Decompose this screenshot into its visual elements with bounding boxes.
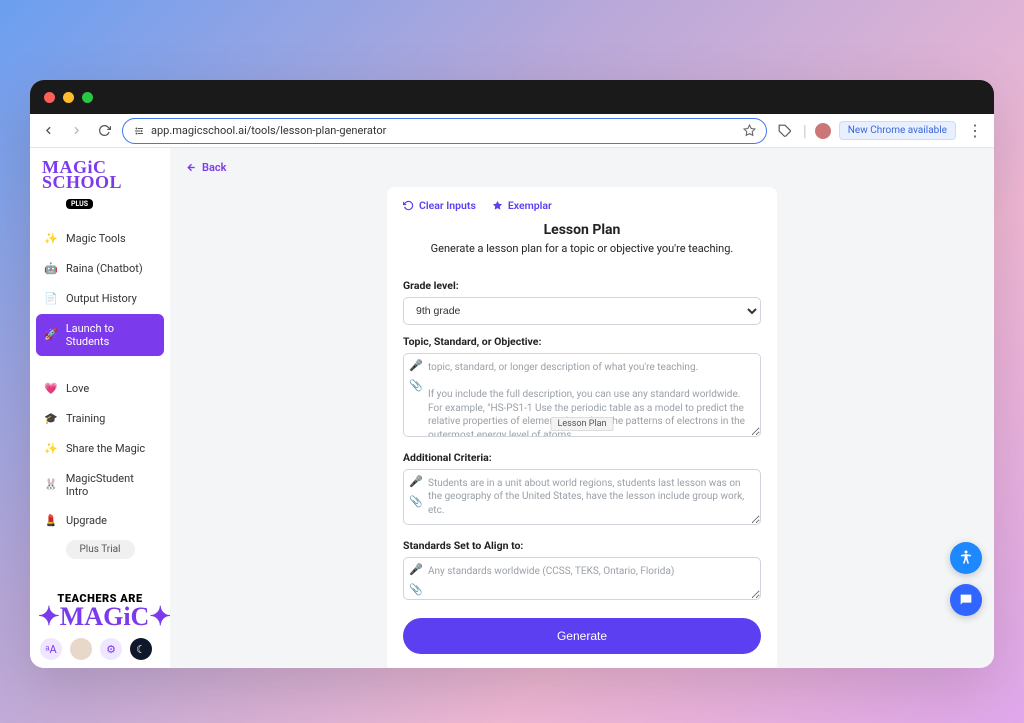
- robot-icon: 🤖: [44, 262, 58, 276]
- star-icon: [492, 200, 503, 211]
- sidebar-item-label: Magic Tools: [66, 232, 126, 245]
- maximize-icon[interactable]: [82, 92, 93, 103]
- profile-avatar[interactable]: [815, 123, 831, 139]
- gear-icon[interactable]: ⚙: [100, 638, 122, 660]
- window-titlebar: [30, 80, 994, 114]
- grade-level-select[interactable]: 9th grade: [403, 297, 761, 325]
- topic-label: Topic, Standard, or Objective:: [403, 335, 761, 348]
- sidebar-nav-primary: ✨ Magic Tools 🤖 Raina (Chatbot) 📄 Output…: [30, 220, 170, 360]
- minimize-icon[interactable]: [63, 92, 74, 103]
- sidebar-item-magic-tools[interactable]: ✨ Magic Tools: [36, 224, 164, 254]
- back-label: Back: [202, 161, 226, 174]
- form-action-chips: Clear Inputs Exemplar: [403, 199, 761, 212]
- easel-icon: 🎓: [44, 412, 58, 426]
- sidebar-item-label: Share the Magic: [66, 442, 145, 455]
- sidebar-item-label: MagicStudent Intro: [66, 472, 156, 498]
- sidebar-item-label: Love: [66, 382, 89, 395]
- bookmark-star-icon[interactable]: [743, 124, 756, 137]
- translate-icon[interactable]: ᵃA: [40, 638, 62, 660]
- lesson-plan-form: Clear Inputs Exemplar Lesson Plan Genera…: [387, 187, 777, 668]
- extensions-icon[interactable]: [775, 121, 795, 141]
- paperclip-icon[interactable]: 📎: [409, 379, 423, 392]
- chrome-update-chip[interactable]: New Chrome available: [839, 121, 956, 140]
- site-settings-icon[interactable]: [133, 125, 145, 137]
- mic-icon[interactable]: 🎤: [409, 359, 423, 372]
- sidebar-bottom-icons: ᵃA ⚙ ☾: [30, 630, 170, 668]
- mic-icon[interactable]: 🎤: [409, 563, 423, 576]
- standards-label: Standards Set to Align to:: [403, 539, 761, 552]
- avatar-icon[interactable]: [70, 638, 92, 660]
- teachers-are-magic-badge: TEACHERS ARE ✦MAGiC✦: [30, 592, 170, 630]
- plus-trial-pill[interactable]: Plus Trial: [66, 540, 135, 559]
- sidebar-item-label: Launch to Students: [66, 322, 156, 348]
- reload-icon[interactable]: [94, 121, 114, 141]
- heart-icon: 💗: [44, 382, 58, 396]
- sidebar-item-launch-students[interactable]: 🚀 Launch to Students: [36, 314, 164, 356]
- fab-stack: [950, 542, 982, 616]
- page-subtitle: Generate a lesson plan for a topic or ob…: [403, 242, 761, 255]
- refresh-icon: [403, 200, 414, 211]
- sidebar-item-share[interactable]: ✨ Share the Magic: [36, 434, 164, 464]
- lipstick-icon: 💄: [44, 514, 58, 528]
- generate-button[interactable]: Generate: [403, 618, 761, 654]
- additional-criteria-input[interactable]: [403, 469, 761, 526]
- share-sparkle-icon: ✨: [44, 442, 58, 456]
- document-icon: 📄: [44, 292, 58, 306]
- sidebar-item-label: Output History: [66, 292, 137, 305]
- grade-label: Grade level:: [403, 279, 761, 292]
- sidebar-item-upgrade[interactable]: 💄 Upgrade: [36, 506, 164, 536]
- browser-window: app.magicschool.ai/tools/lesson-plan-gen…: [30, 80, 994, 668]
- browser-menu-icon[interactable]: ⋮: [964, 121, 986, 140]
- sidebar-item-label: Upgrade: [66, 514, 107, 527]
- back-nav-icon[interactable]: [38, 121, 58, 141]
- app-logo[interactable]: MAGiC SCHOOL PLUS: [30, 156, 170, 220]
- paperclip-icon[interactable]: 📎: [409, 583, 423, 596]
- moon-icon[interactable]: ☾: [130, 638, 152, 660]
- sidebar-nav-secondary: 💗 Love 🎓 Training ✨ Share the Magic 🐰 Ma…: [30, 370, 170, 567]
- page-title: Lesson Plan: [403, 222, 761, 238]
- close-icon[interactable]: [44, 92, 55, 103]
- app-body: MAGiC SCHOOL PLUS ✨ Magic Tools 🤖 Raina …: [30, 148, 994, 668]
- sparkle-icon: ✨: [44, 232, 58, 246]
- url-bar[interactable]: app.magicschool.ai/tools/lesson-plan-gen…: [122, 118, 767, 144]
- sidebar-item-label: Raina (Chatbot): [66, 262, 143, 275]
- rocket-icon: 🚀: [44, 328, 58, 342]
- browser-toolbar: app.magicschool.ai/tools/lesson-plan-gen…: [30, 114, 994, 148]
- sidebar-item-raina[interactable]: 🤖 Raina (Chatbot): [36, 254, 164, 284]
- clear-inputs-button[interactable]: Clear Inputs: [403, 199, 476, 212]
- sidebar: MAGiC SCHOOL PLUS ✨ Magic Tools 🤖 Raina …: [30, 148, 170, 668]
- standards-input[interactable]: [403, 557, 761, 600]
- sidebar-item-magicstudent[interactable]: 🐰 MagicStudent Intro: [36, 464, 164, 506]
- bunny-icon: 🐰: [44, 478, 58, 492]
- main-column: Back Clear Inputs Exemplar Lesson Plan G…: [170, 148, 994, 668]
- forward-nav-icon[interactable]: [66, 121, 86, 141]
- exemplar-button[interactable]: Exemplar: [492, 199, 552, 212]
- sidebar-item-love[interactable]: 💗 Love: [36, 374, 164, 404]
- back-arrow-icon: [186, 162, 197, 173]
- chat-icon[interactable]: [950, 584, 982, 616]
- sidebar-item-training[interactable]: 🎓 Training: [36, 404, 164, 434]
- mic-icon[interactable]: 🎤: [409, 475, 423, 488]
- additional-label: Additional Criteria:: [403, 451, 761, 464]
- lesson-plan-tooltip: Lesson Plan: [551, 417, 614, 431]
- paperclip-icon[interactable]: 📎: [409, 495, 423, 508]
- sidebar-item-label: Training: [66, 412, 105, 425]
- url-text: app.magicschool.ai/tools/lesson-plan-gen…: [151, 124, 386, 137]
- back-button[interactable]: Back: [186, 161, 226, 174]
- sidebar-item-output-history[interactable]: 📄 Output History: [36, 284, 164, 314]
- accessibility-icon[interactable]: [950, 542, 982, 574]
